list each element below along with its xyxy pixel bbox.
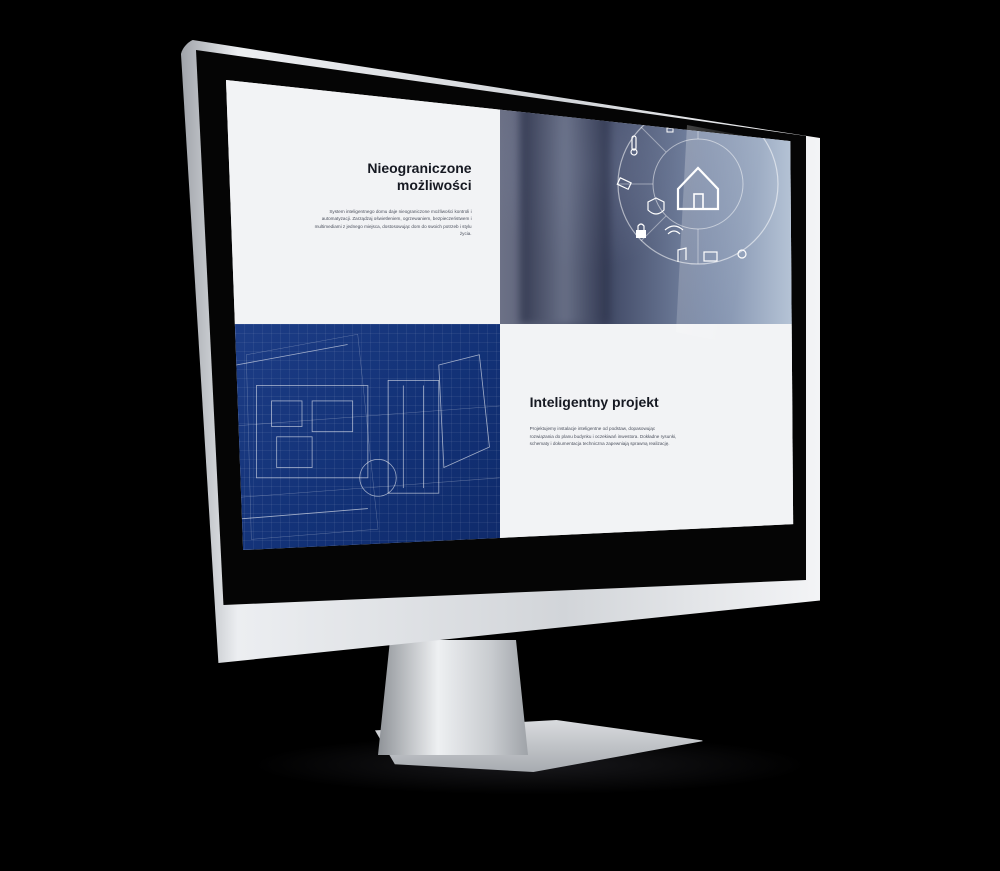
lock-icon <box>635 223 646 238</box>
section-possibilities-body: System inteligentnego domu daje nieogran… <box>314 209 472 237</box>
home-icon <box>676 166 719 211</box>
title-line-2: możliwości <box>396 177 472 193</box>
tv-icon <box>702 251 718 262</box>
section-possibilities: Nieograniczone możliwości System intelig… <box>226 80 500 325</box>
section-possibilities-title: Nieograniczone możliwości <box>302 160 472 194</box>
monitor-screen: Nieograniczone możliwości System intelig… <box>226 80 794 550</box>
floor-plan-drawing <box>226 334 500 541</box>
section-project-content: Inteligentny projekt Projektujemy instal… <box>530 394 680 447</box>
music-icon <box>676 247 687 262</box>
section-project-title: Inteligentny projekt <box>529 394 659 411</box>
section-possibilities-content: Nieograniczone możliwości System intelig… <box>302 160 472 238</box>
website-page: Nieograniczone możliwości System intelig… <box>226 80 794 550</box>
blueprint-image <box>226 324 500 550</box>
section-project: Inteligentny projekt Projektujemy instal… <box>499 324 794 550</box>
section-project-body: Projektujemy instalacje inteligentne od … <box>529 426 677 447</box>
title-line-1: Nieograniczone <box>367 160 472 176</box>
wifi-icon <box>664 225 683 235</box>
monitor-stand-neck <box>378 640 528 755</box>
thermometer-icon <box>629 135 638 156</box>
